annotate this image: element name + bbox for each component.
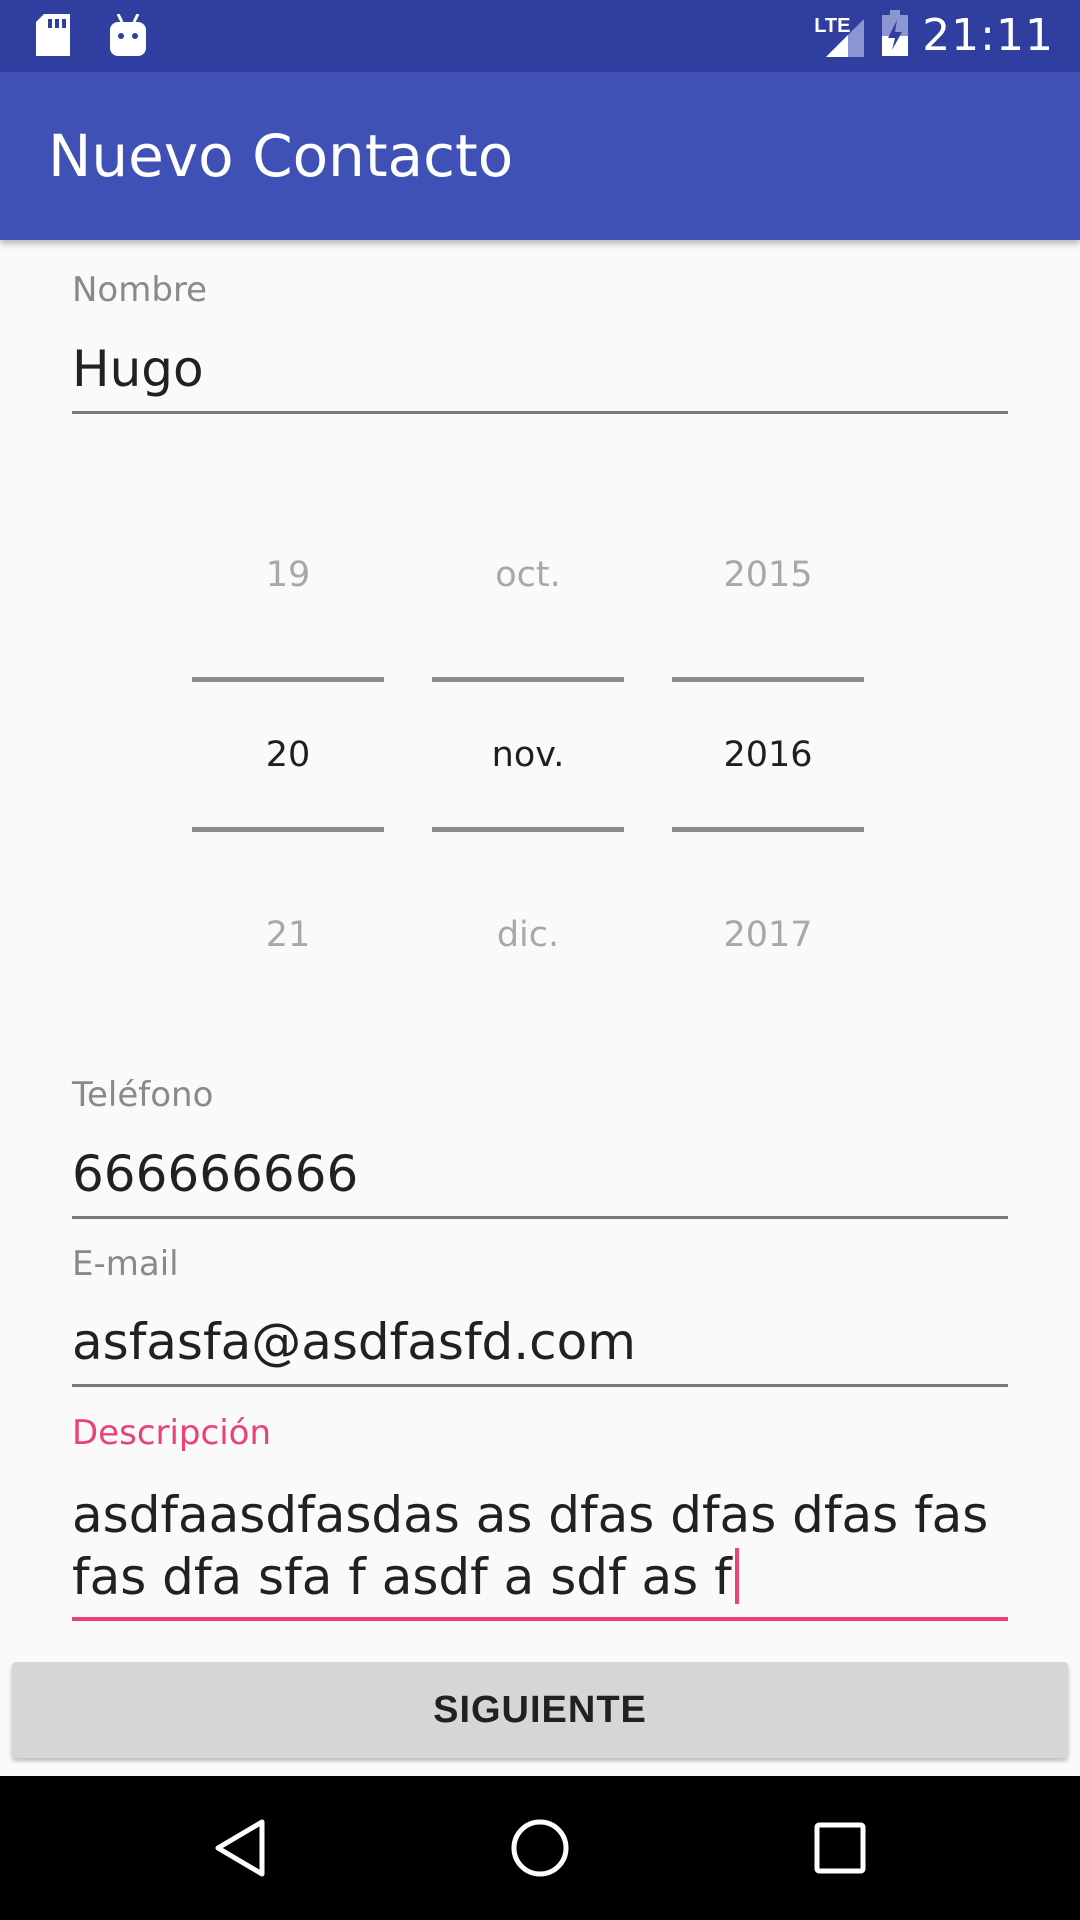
recents-icon <box>814 1822 866 1874</box>
year-picker[interactable]: 2015 2016 2017 <box>672 540 864 980</box>
telefono-input[interactable]: 666666666 <box>72 1145 1008 1203</box>
nombre-input[interactable]: Hugo <box>72 340 1008 398</box>
nombre-label: Nombre <box>72 270 208 310</box>
year-divider-top <box>672 677 864 682</box>
android-debug-icon <box>110 13 146 61</box>
descripcion-input[interactable]: asdfaasdfasdas as dfas dfas dfas fas fas… <box>72 1484 1008 1608</box>
month-picker[interactable]: oct. nov. dic. <box>432 540 624 980</box>
year-prev[interactable]: 2015 <box>672 555 864 595</box>
clock: 21:11 <box>922 10 1054 61</box>
descripcion-label: Descripción <box>72 1413 272 1453</box>
year-selected[interactable]: 2016 <box>672 735 864 775</box>
email-input[interactable]: asfasfa@asdfasfd.com <box>72 1313 1008 1371</box>
day-next[interactable]: 21 <box>192 915 384 955</box>
status-bar: LTE 21:11 <box>0 0 1080 72</box>
sd-card-icon <box>36 14 72 61</box>
day-selected[interactable]: 20 <box>192 735 384 775</box>
email-underline <box>72 1384 1008 1387</box>
telefono-label: Teléfono <box>72 1075 214 1115</box>
page-title: Nuevo Contacto <box>48 122 514 190</box>
back-button[interactable] <box>150 1776 330 1920</box>
status-bar-system: LTE 21:11 <box>814 10 1054 61</box>
navigation-bar <box>0 1776 1080 1920</box>
month-prev[interactable]: oct. <box>432 555 624 595</box>
app-bar: Nuevo Contacto <box>0 72 1080 240</box>
month-divider-bottom <box>432 827 624 832</box>
descripcion-line-2: fas dfa sfa f asdf a sdf as f <box>72 1546 1008 1608</box>
day-picker[interactable]: 19 20 21 <box>192 540 384 980</box>
recents-button[interactable] <box>750 1776 930 1920</box>
day-prev[interactable]: 19 <box>192 555 384 595</box>
year-next[interactable]: 2017 <box>672 915 864 955</box>
telefono-underline <box>72 1216 1008 1219</box>
month-divider-top <box>432 677 624 682</box>
battery-charging-icon <box>882 10 909 61</box>
home-icon <box>511 1819 569 1877</box>
nombre-underline <box>72 411 1008 414</box>
signal-icon: LTE <box>814 11 868 61</box>
descripcion-underline <box>72 1617 1008 1621</box>
text-cursor <box>734 1548 739 1604</box>
day-divider-top <box>192 677 384 682</box>
year-divider-bottom <box>672 827 864 832</box>
back-icon <box>215 1819 265 1877</box>
next-button[interactable]: SIGUIENTE <box>12 1662 1068 1758</box>
email-label: E-mail <box>72 1244 179 1284</box>
month-selected[interactable]: nov. <box>432 735 624 775</box>
day-divider-bottom <box>192 827 384 832</box>
descripcion-line-1: asdfaasdfasdas as dfas dfas dfas fas <box>72 1486 989 1544</box>
descripcion-line-2-text: fas dfa sfa f asdf a sdf as f <box>72 1548 732 1606</box>
month-next[interactable]: dic. <box>432 915 624 955</box>
home-button[interactable] <box>450 1776 630 1920</box>
status-bar-notifications <box>36 13 146 61</box>
